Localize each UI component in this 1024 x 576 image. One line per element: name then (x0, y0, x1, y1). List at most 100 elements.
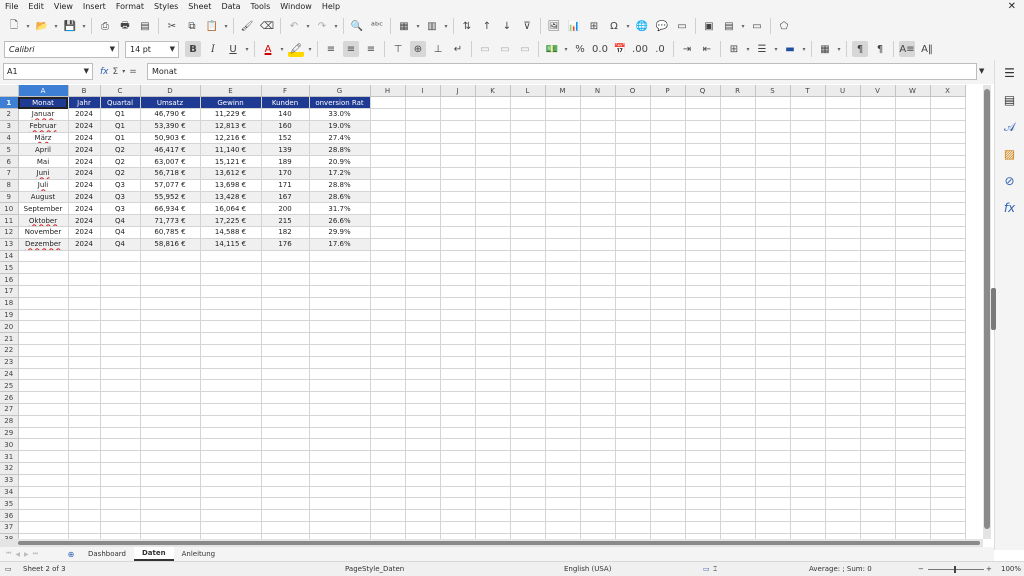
cell[interactable] (860, 155, 896, 169)
column-icon[interactable]: ▥ (424, 18, 440, 34)
cell[interactable] (100, 427, 141, 440)
cell[interactable] (475, 403, 511, 416)
cell[interactable] (755, 143, 791, 157)
column-header[interactable]: X (930, 85, 966, 98)
cell[interactable] (615, 379, 651, 393)
cell[interactable] (309, 297, 371, 310)
table-cell[interactable]: Q1 (100, 108, 141, 121)
functions-icon[interactable]: fx (1001, 199, 1019, 217)
cell[interactable] (825, 415, 861, 428)
cell[interactable] (685, 462, 721, 475)
row-header[interactable]: 36 (0, 509, 19, 522)
cell[interactable] (261, 379, 310, 393)
cell[interactable] (68, 250, 101, 263)
cell[interactable] (755, 202, 791, 216)
cell[interactable] (685, 474, 721, 487)
cell[interactable] (790, 497, 826, 511)
cell[interactable] (930, 179, 966, 192)
highlight-dropdown-icon[interactable]: ▾ (306, 41, 314, 57)
table-header-cell[interactable]: onversion Rat (309, 96, 371, 110)
column-header[interactable]: A (18, 85, 69, 98)
cell[interactable] (440, 238, 476, 251)
cell[interactable] (510, 368, 546, 381)
cell[interactable] (370, 427, 406, 440)
cell[interactable] (140, 261, 201, 275)
cell[interactable] (405, 379, 441, 393)
text-direction-vertical-icon[interactable]: A‖ (919, 41, 935, 57)
cell[interactable] (930, 202, 966, 216)
cell[interactable] (405, 273, 441, 287)
bold-icon[interactable]: B (185, 41, 201, 57)
cell[interactable] (615, 368, 651, 381)
sidebar-menu-icon[interactable]: ☰ (1001, 64, 1019, 82)
row-header[interactable]: 30 (0, 438, 19, 452)
cell[interactable] (580, 108, 616, 121)
cell[interactable] (261, 450, 310, 463)
cell[interactable] (790, 202, 826, 216)
row-header[interactable]: 17 (0, 285, 19, 298)
cell[interactable] (440, 320, 476, 334)
cell[interactable] (930, 521, 966, 534)
cell[interactable] (68, 320, 101, 334)
cell[interactable] (370, 167, 406, 180)
cell[interactable] (650, 167, 686, 180)
cell[interactable] (790, 486, 826, 499)
cell[interactable] (405, 391, 441, 405)
insert-image-icon[interactable]: 🖼 (546, 18, 562, 34)
cell[interactable] (68, 368, 101, 381)
cell[interactable] (370, 261, 406, 275)
sheet-tab-daten[interactable]: Daten (133, 547, 174, 561)
column-header[interactable]: M (545, 85, 581, 98)
cell[interactable] (790, 438, 826, 452)
cell[interactable] (930, 320, 966, 334)
cell[interactable] (261, 250, 310, 263)
table-cell[interactable]: 27.4% (309, 132, 371, 145)
cell[interactable] (580, 379, 616, 393)
cell[interactable] (930, 368, 966, 381)
cell[interactable] (261, 261, 310, 275)
cell[interactable] (200, 415, 262, 428)
cell[interactable] (615, 132, 651, 145)
cell[interactable] (140, 486, 201, 499)
cell[interactable] (685, 391, 721, 405)
cell[interactable] (615, 108, 651, 121)
table-cell[interactable]: April (18, 143, 69, 157)
cell[interactable] (475, 285, 511, 298)
cell[interactable] (930, 344, 966, 357)
cell[interactable] (100, 462, 141, 475)
cell[interactable] (930, 391, 966, 405)
cell[interactable] (720, 250, 756, 263)
cell[interactable] (895, 486, 931, 499)
vertical-scrollbar-thumb[interactable] (984, 89, 990, 529)
cell[interactable] (720, 285, 756, 298)
menu-help[interactable]: Help (317, 0, 345, 14)
select-all-corner[interactable] (0, 85, 19, 98)
cell[interactable] (370, 521, 406, 534)
zoom-slider-handle[interactable] (954, 566, 956, 573)
cell[interactable] (405, 320, 441, 334)
row-header[interactable]: 32 (0, 462, 19, 475)
cell[interactable] (68, 450, 101, 463)
cell[interactable] (930, 332, 966, 346)
cell[interactable] (405, 120, 441, 133)
language[interactable]: English (USA) (564, 565, 611, 573)
cell[interactable] (405, 356, 441, 369)
table-cell[interactable]: November (18, 226, 69, 239)
cell[interactable] (860, 356, 896, 369)
cell[interactable] (440, 273, 476, 287)
cell[interactable] (860, 521, 896, 534)
cell[interactable] (545, 509, 581, 522)
cell[interactable] (720, 462, 756, 475)
cell[interactable] (930, 486, 966, 499)
cell[interactable] (650, 332, 686, 346)
cell[interactable] (825, 261, 861, 275)
cell[interactable] (895, 261, 931, 275)
cell[interactable] (685, 261, 721, 275)
cell[interactable] (930, 509, 966, 522)
cell[interactable] (510, 143, 546, 157)
cell[interactable] (720, 238, 756, 251)
cell[interactable] (475, 309, 511, 322)
text-direction-horizontal-icon[interactable]: A≡ (899, 41, 915, 57)
new-icon[interactable]: 🗋 (6, 18, 22, 34)
cell[interactable] (545, 202, 581, 216)
